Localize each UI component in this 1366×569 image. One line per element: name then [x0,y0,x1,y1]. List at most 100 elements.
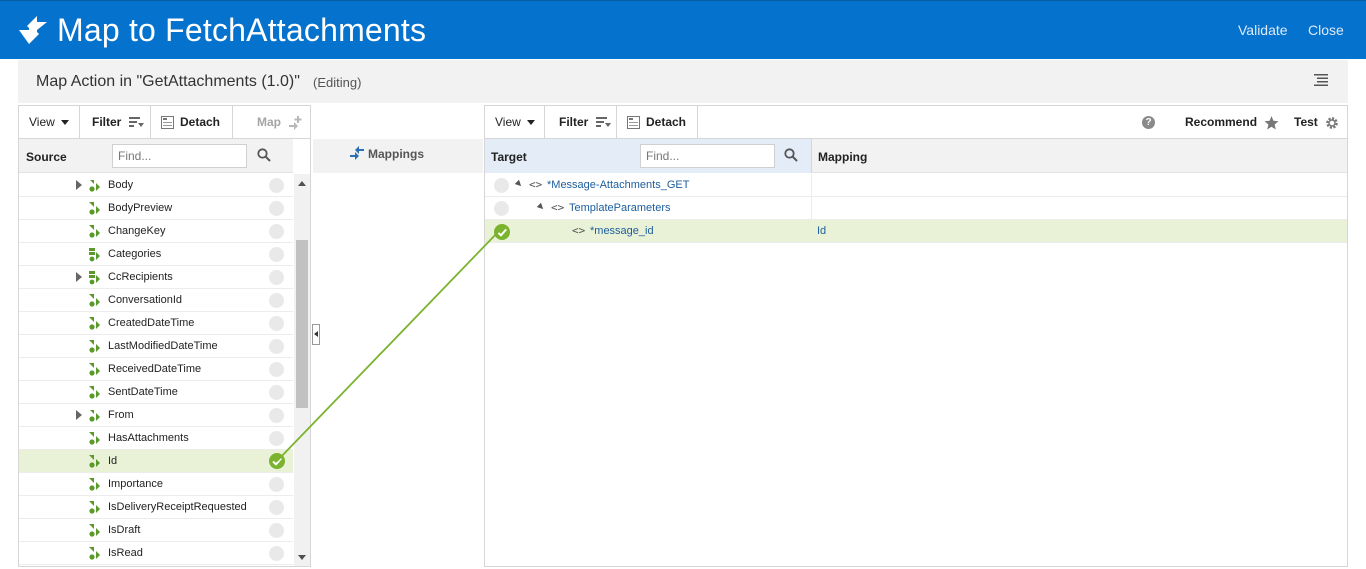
source-tree-row[interactable]: ReceivedDateTime [19,358,293,381]
unmapped-status-icon[interactable] [269,408,284,423]
source-panel: View Filter Detach Map Source Body BodyPr… [18,105,311,567]
target-tree-row[interactable]: <> *Message-Attachments_GET [485,174,1347,197]
source-node-label: Categories [108,248,162,260]
unmapped-status-icon[interactable] [269,500,284,515]
detach-icon [627,116,640,130]
element-icon [89,294,103,308]
app-header: Map to FetchAttachments Validate Close [0,0,1366,59]
element-icon [89,386,103,400]
map-label: Map [257,115,281,129]
source-find-input[interactable] [112,144,247,168]
filter-icon [595,116,611,127]
source-toolbar: View Filter Detach Map [19,106,310,139]
source-tree-row[interactable]: CcRecipients [19,266,293,289]
collapse-panel-button[interactable] [312,324,320,345]
source-tree-row[interactable]: IsRead [19,542,293,565]
target-tree-row[interactable]: <> *message_id Id [485,220,1347,243]
source-view-menu[interactable]: View [19,106,80,139]
source-node-label: CreatedDateTime [108,317,195,329]
search-icon[interactable] [784,148,798,162]
element-icon [89,340,103,354]
source-tree-row[interactable]: IsDeliveryReceiptRequested [19,496,293,519]
menu-icon[interactable] [1314,74,1328,86]
unmapped-status-icon[interactable] [269,362,284,377]
mapped-check-icon[interactable] [269,453,285,469]
recommend-button[interactable]: Recommend [1185,106,1279,139]
element-icon [89,501,103,515]
unmapped-status-icon[interactable] [269,201,284,216]
mappings-label: Mappings [368,147,424,161]
source-tree-row[interactable]: BodyPreview [19,197,293,220]
target-tree: <> *Message-Attachments_GET <> TemplatePara… [485,174,1347,566]
element-icon [89,524,103,538]
collapse-icon[interactable] [514,179,524,189]
unmapped-status-icon[interactable] [269,178,284,193]
target-find-input[interactable] [640,144,775,168]
source-node-label: CcRecipients [108,271,173,283]
unmapped-status-icon[interactable] [494,201,509,216]
expand-icon[interactable] [76,180,82,190]
source-tree-row[interactable]: Categories [19,243,293,266]
source-node-label: ReceivedDateTime [108,363,202,375]
target-detach-button[interactable]: Detach [617,106,698,139]
target-tree-row[interactable]: <> TemplateParameters [485,197,1347,220]
unmapped-status-icon[interactable] [269,477,284,492]
source-tree-row[interactable]: Id [19,450,293,473]
star-icon [1264,115,1279,130]
map-button[interactable]: Map [233,106,310,139]
source-tree-row[interactable]: ChangeKey [19,220,293,243]
expand-icon[interactable] [76,272,82,282]
close-button[interactable]: Close [1308,22,1344,38]
scroll-down-icon[interactable] [298,555,306,560]
mapping-value[interactable]: Id [817,225,826,237]
source-tree-row[interactable]: Importance [19,473,293,496]
source-tree: Body BodyPreview ChangeKey Categories CcReci… [19,174,293,566]
collapse-icon[interactable] [536,202,546,212]
test-button[interactable]: Test [1294,106,1339,139]
target-node-label: *Message-Attachments_GET [547,179,690,191]
unmapped-status-icon[interactable] [269,316,284,331]
unmapped-status-icon[interactable] [269,293,284,308]
unmapped-status-icon[interactable] [269,546,284,561]
source-tree-row[interactable]: HasAttachments [19,427,293,450]
repeating-icon [89,248,103,262]
unmapped-status-icon[interactable] [269,247,284,262]
source-tree-row[interactable]: From [19,404,293,427]
element-icon [89,317,103,331]
target-filter-button[interactable]: Filter [545,106,617,139]
unmapped-status-icon[interactable] [269,339,284,354]
target-column-header: Target Mapping [485,139,1347,173]
source-tree-row[interactable]: SentDateTime [19,381,293,404]
unmapped-status-icon[interactable] [269,385,284,400]
element-icon [89,202,103,216]
mapping-column-label: Mapping [818,150,868,164]
collection-icon [89,409,103,423]
help-icon[interactable]: ? [1142,116,1155,129]
validate-button[interactable]: Validate [1238,22,1288,38]
source-node-label: HasAttachments [108,432,189,444]
unmapped-status-icon[interactable] [269,224,284,239]
element-icon [89,363,103,377]
unmapped-status-icon[interactable] [269,523,284,538]
detach-icon [161,116,174,130]
mapped-check-icon[interactable] [494,224,510,240]
scroll-up-icon[interactable] [298,181,306,186]
source-scrollbar[interactable] [294,174,310,566]
expand-icon[interactable] [76,410,82,420]
source-node-label: Importance [108,478,164,490]
source-tree-row[interactable]: IsDraft [19,519,293,542]
target-view-menu[interactable]: View [485,106,545,139]
source-filter-button[interactable]: Filter [80,106,151,139]
unmapped-status-icon[interactable] [269,431,284,446]
source-tree-row[interactable]: Body [19,174,293,197]
source-tree-row[interactable]: ConversationId [19,289,293,312]
source-tree-row[interactable]: CreatedDateTime [19,312,293,335]
scroll-thumb[interactable] [296,240,308,408]
source-detach-button[interactable]: Detach [151,106,233,139]
column-divider [811,174,812,197]
search-icon[interactable] [257,148,271,162]
unmapped-status-icon[interactable] [494,178,509,193]
source-node-label: BodyPreview [108,202,173,214]
source-tree-row[interactable]: LastModifiedDateTime [19,335,293,358]
unmapped-status-icon[interactable] [269,270,284,285]
